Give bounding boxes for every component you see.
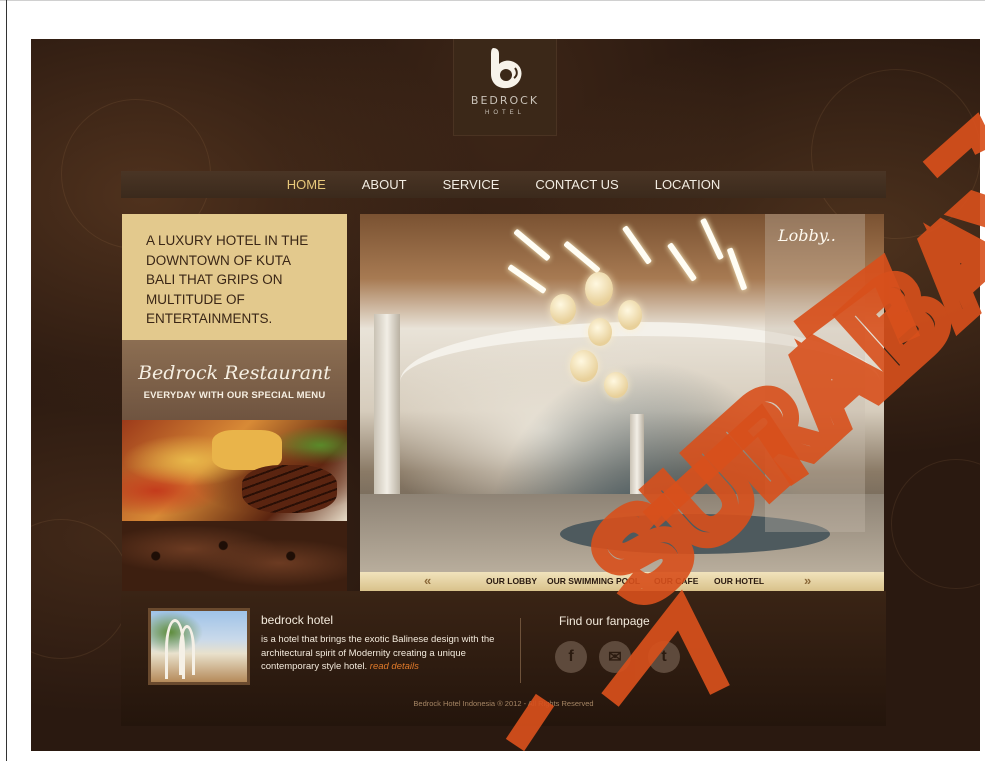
pendant-lamp <box>550 294 576 324</box>
leather-decoration <box>122 521 347 591</box>
gallery-prev-arrow-icon[interactable]: « <box>424 573 431 588</box>
restaurant-subtitle: EVERYDAY WITH OUR SPECIAL MENU <box>143 390 326 401</box>
gallery-link-cafe[interactable]: OUR CAFE <box>654 576 698 586</box>
twitter-icon[interactable]: t <box>648 641 680 673</box>
copyright-text: Bedrock Hotel Indonesia ® 2012 - All Rig… <box>413 699 594 708</box>
frame-left-border <box>6 0 7 761</box>
lobby-caption-panel <box>765 214 865 532</box>
gallery-link-hotel[interactable]: OUR HOTEL <box>714 576 764 586</box>
tagline-text: A LUXURY HOTEL IN THE DOWNTOWN OF KUTA B… <box>146 233 309 326</box>
hotel-logo[interactable]: BEDROCK HOTEL <box>453 39 557 136</box>
bokeh-circle <box>31 519 131 659</box>
gallery-next-arrow-icon[interactable]: » <box>804 573 811 588</box>
hotel-thumbnail[interactable] <box>148 608 250 685</box>
ceiling-light <box>666 242 698 282</box>
main-navigation: HOME ABOUT SERVICE CONTACT US LOCATION <box>121 171 886 198</box>
nav-location[interactable]: LOCATION <box>637 177 739 192</box>
pendant-lamp <box>588 318 612 346</box>
logo-subtitle: HOTEL <box>484 110 525 116</box>
restaurant-title: Bedrock Restaurant <box>138 362 331 384</box>
nav-service[interactable]: SERVICE <box>425 177 518 192</box>
tagline-box: A LUXURY HOTEL IN THE DOWNTOWN OF KUTA B… <box>122 214 347 340</box>
website-canvas: BEDROCK HOTEL HOME ABOUT SERVICE CONTACT… <box>31 39 980 751</box>
read-details-link[interactable]: read details <box>370 661 419 672</box>
facebook-icon[interactable]: f <box>555 641 587 673</box>
mail-icon[interactable]: ✉ <box>599 641 631 673</box>
ceiling-light <box>507 263 547 295</box>
gallery-navigation: « OUR LOBBY OUR SWIMMING POOL OUR CAFE O… <box>360 572 884 591</box>
footer-divider <box>520 618 521 683</box>
logo-name: BEDROCK <box>470 94 540 107</box>
pendant-lamp <box>585 272 613 306</box>
lobby-caption: Lobby.. <box>778 226 836 245</box>
nav-contact-us[interactable]: CONTACT US <box>517 177 636 192</box>
pendant-lamp <box>618 300 642 330</box>
nav-home[interactable]: HOME <box>269 177 344 192</box>
pendant-lamp <box>570 350 598 382</box>
ceiling-light <box>563 240 601 274</box>
frame-top-border <box>0 0 985 1</box>
thumb-arch-shape <box>179 625 195 675</box>
gallery-link-swimming-pool[interactable]: OUR SWIMMING POOL <box>547 576 640 586</box>
fanpage-title: Find our fanpage <box>559 614 650 628</box>
about-title: bedrock hotel <box>261 613 334 627</box>
about-text: is a hotel that brings the exotic Baline… <box>261 633 501 674</box>
food-steak-shape <box>242 465 337 513</box>
ceiling-light <box>726 247 748 291</box>
lobby-slideshow-image[interactable]: Lobby.. <box>360 214 884 572</box>
ceiling-light <box>513 228 551 262</box>
restaurant-banner[interactable]: Bedrock Restaurant EVERYDAY WITH OUR SPE… <box>122 340 347 420</box>
bokeh-circle <box>891 459 980 589</box>
ceiling-light <box>621 225 653 265</box>
food-potato-shape <box>212 430 282 470</box>
pendant-lamp <box>604 372 628 398</box>
footer: bedrock hotel is a hotel that brings the… <box>121 591 886 726</box>
ceiling-light <box>699 217 725 261</box>
gallery-link-lobby[interactable]: OUR LOBBY <box>486 576 537 586</box>
nav-about[interactable]: ABOUT <box>344 177 425 192</box>
restaurant-food-image[interactable] <box>122 420 347 521</box>
logo-b-icon <box>491 48 522 89</box>
